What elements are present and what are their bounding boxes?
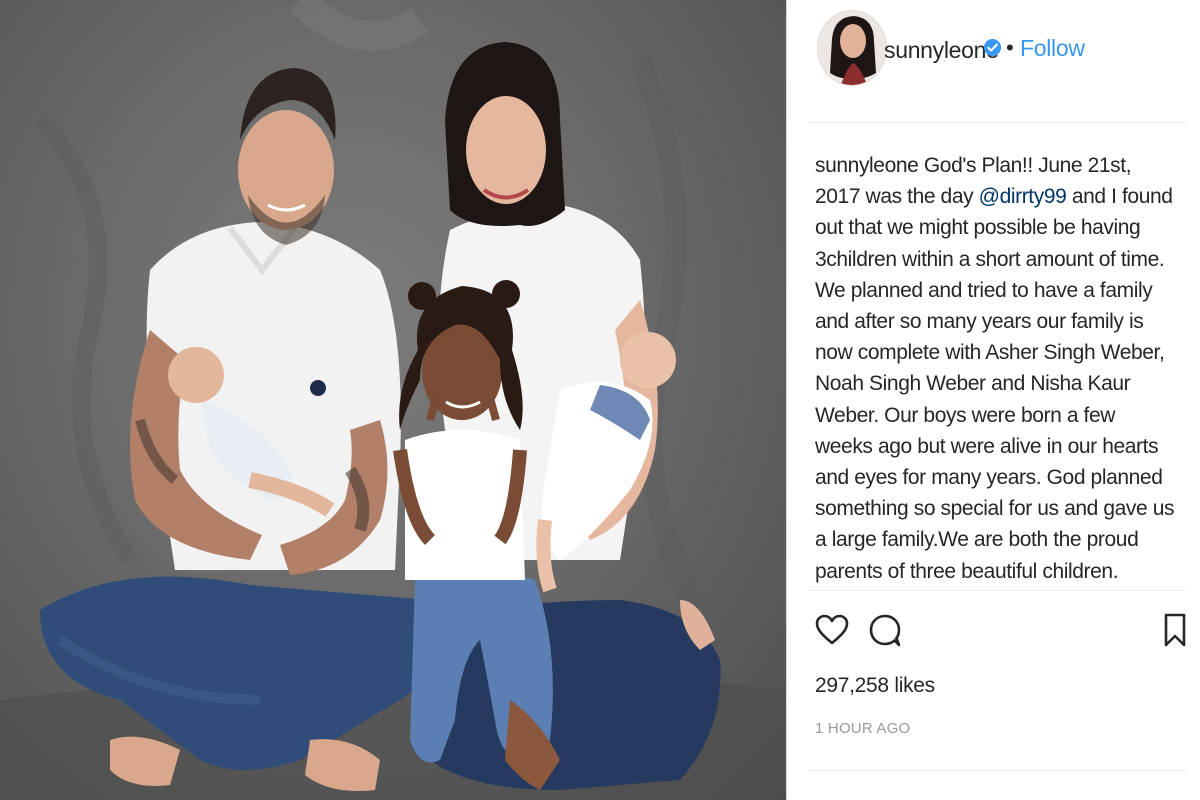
family-photo-illustration xyxy=(0,0,786,800)
bookmark-outline-icon[interactable] xyxy=(1161,612,1189,648)
post-timestamp[interactable]: 1 HOUR AGO xyxy=(815,720,910,737)
caption-mention-link[interactable]: @dirrty99 xyxy=(979,185,1067,208)
post-side-panel: sunnyleone • Follow sunnyleone God's Pla… xyxy=(787,0,1200,800)
caption-scrollbar[interactable] xyxy=(1191,138,1197,590)
verified-badge-icon xyxy=(983,38,1002,57)
caption-divider xyxy=(807,590,1187,591)
avatar-image xyxy=(818,11,886,85)
header-divider xyxy=(807,122,1187,123)
avatar[interactable] xyxy=(817,10,887,86)
comment-bubble-icon[interactable] xyxy=(867,612,903,648)
likes-count[interactable]: 297,258 likes xyxy=(815,674,935,698)
heart-outline-icon[interactable] xyxy=(814,612,850,648)
separator-dot: • xyxy=(1006,35,1014,60)
caption-text-end: and I found out that we might possible b… xyxy=(815,185,1175,583)
post-photo[interactable] xyxy=(0,0,786,800)
post-header: sunnyleone • Follow xyxy=(787,0,1200,123)
follow-button[interactable]: Follow xyxy=(1020,35,1085,62)
post-actions xyxy=(787,600,1200,660)
author-username[interactable]: sunnyleone xyxy=(884,37,999,64)
comment-divider xyxy=(807,770,1187,771)
caption-username[interactable]: sunnyleone xyxy=(815,154,919,177)
post-caption: sunnyleone God's Plan!! June 21st, 2017 … xyxy=(815,150,1175,586)
